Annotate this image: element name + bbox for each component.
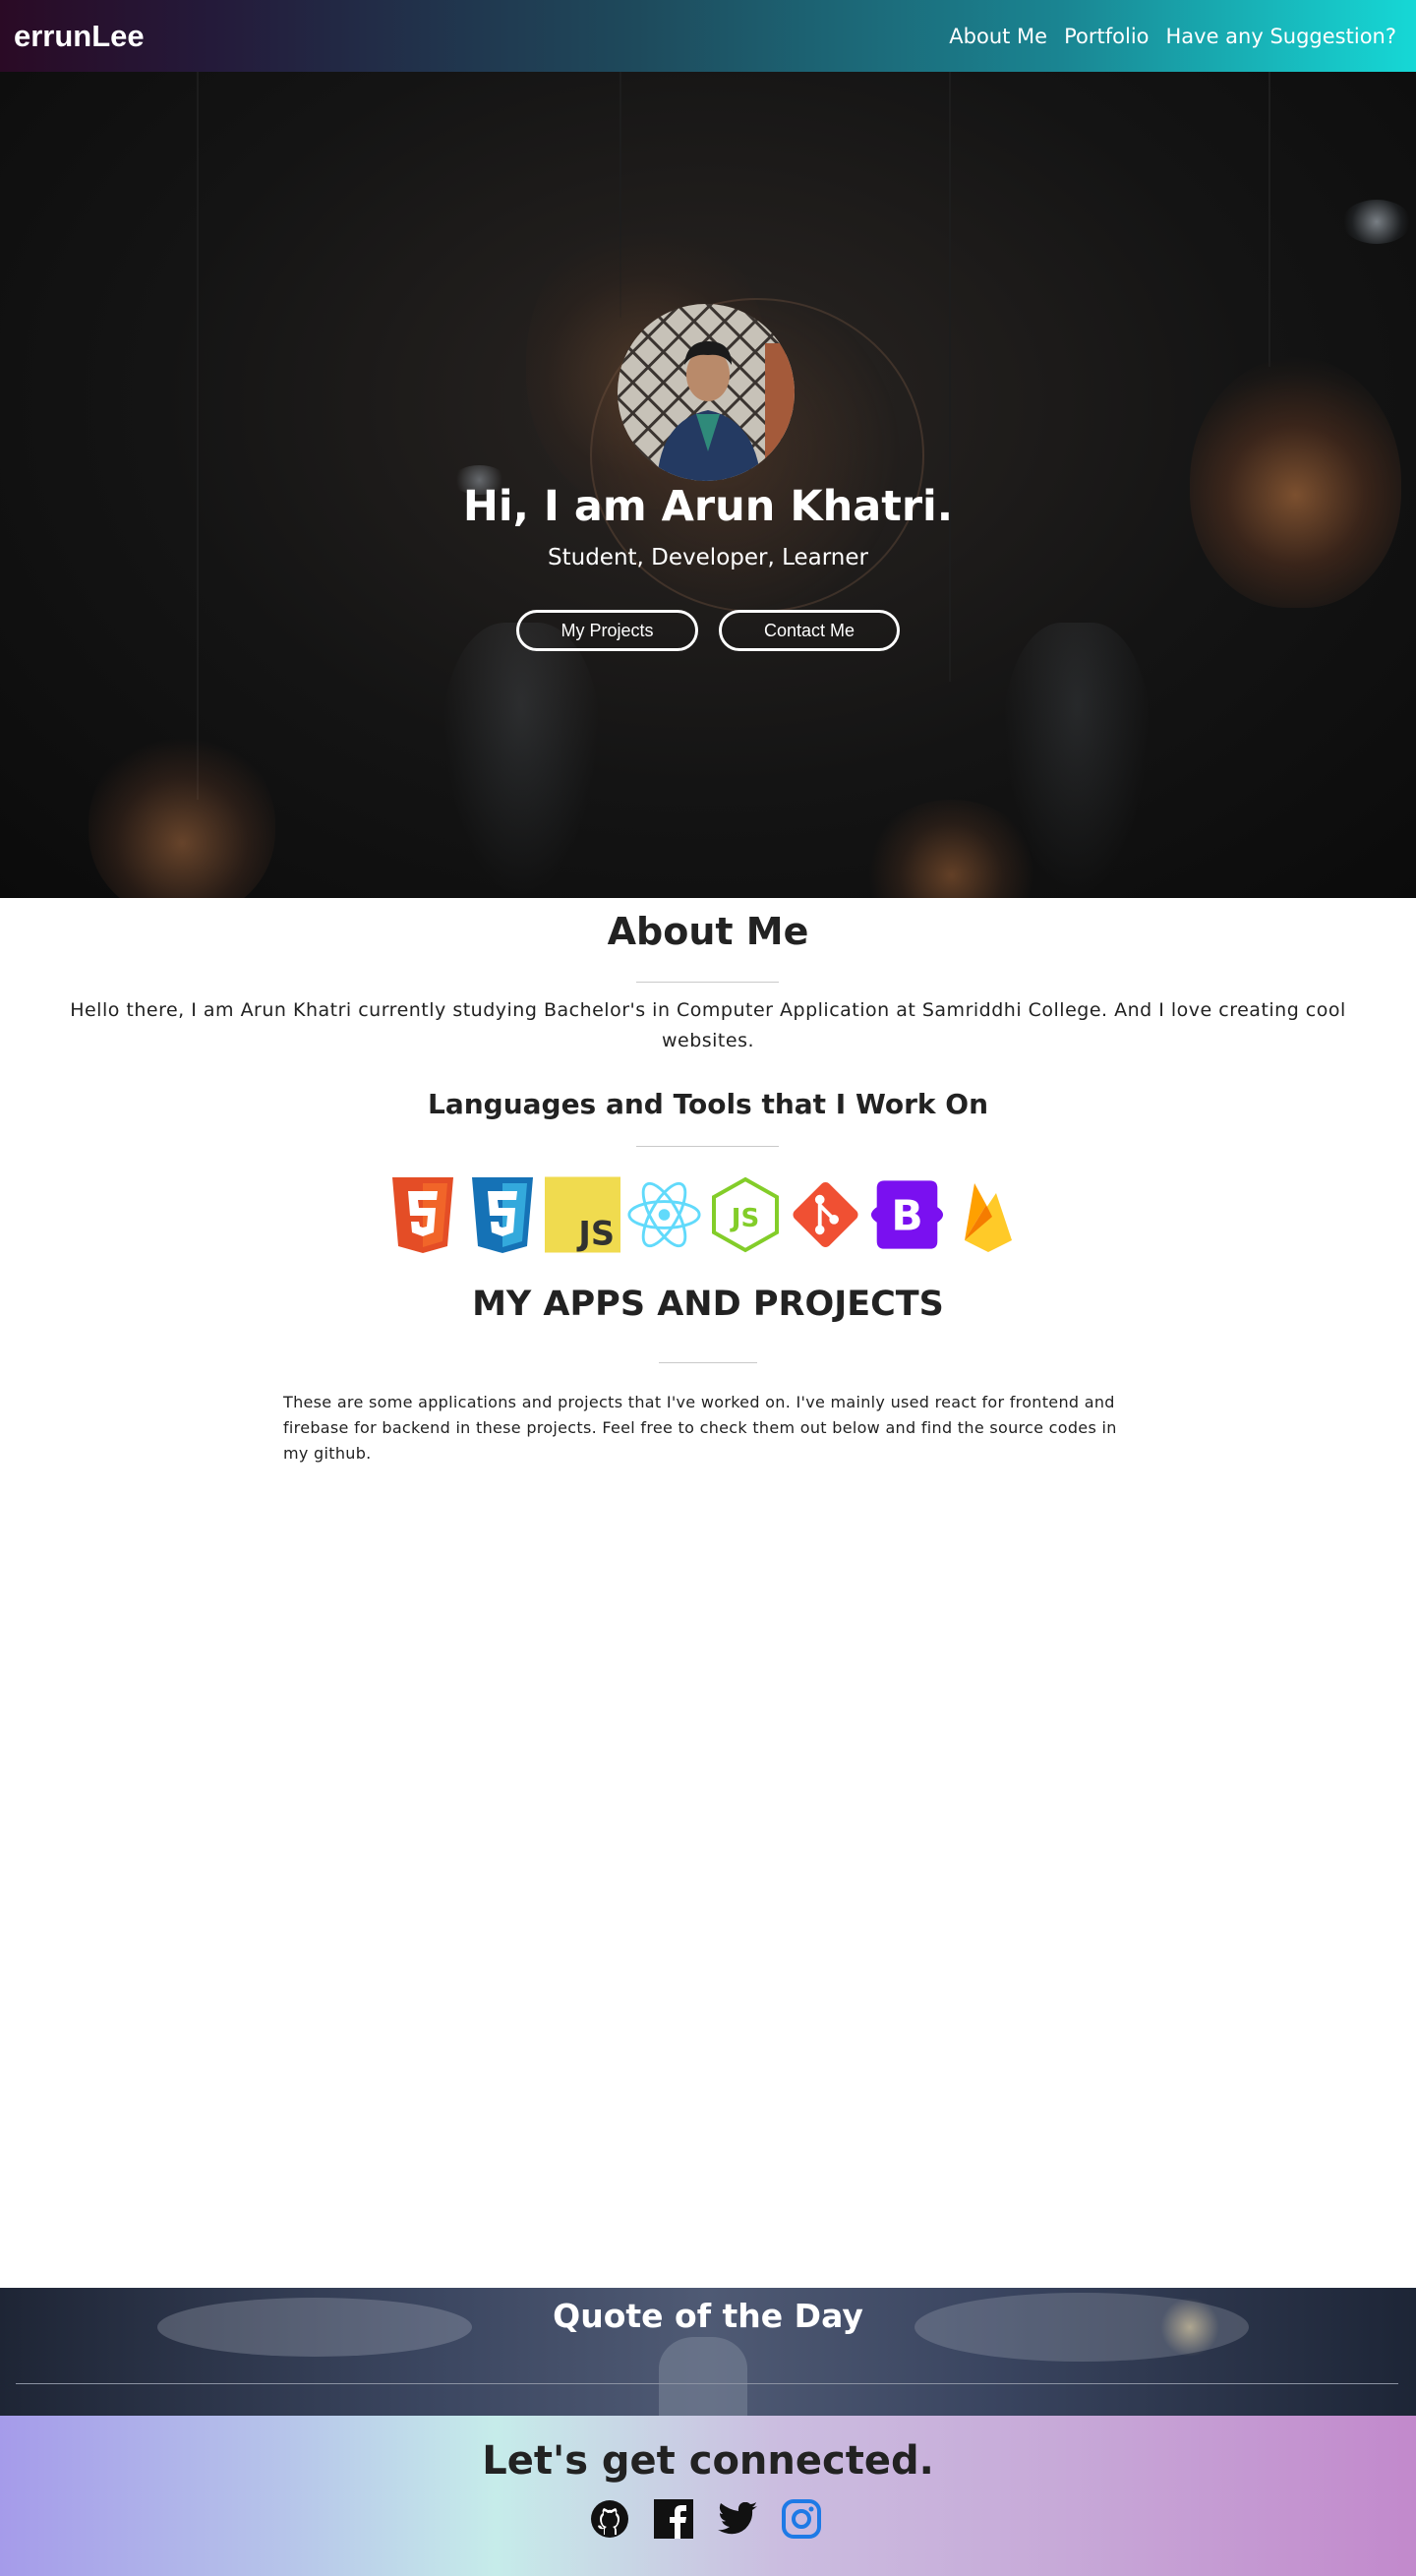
- css3-icon: [465, 1174, 539, 1255]
- svg-text:B: B: [891, 1191, 922, 1239]
- hero-subtitle: Student, Developer, Learner: [548, 545, 868, 570]
- bootstrap-icon: B: [869, 1174, 945, 1255]
- instagram-icon[interactable]: [782, 2499, 821, 2539]
- about-text: Hello there, I am Arun Khatri currently …: [70, 999, 1346, 1051]
- footer: Let's get connected.: [0, 2416, 1416, 2576]
- nav-link-portfolio[interactable]: Portfolio: [1064, 25, 1149, 48]
- hero-content: Hi, I am Arun Khatri. Student, Developer…: [0, 72, 1416, 898]
- tools-icons: JS JS B: [385, 1174, 1025, 1255]
- facebook-icon[interactable]: [654, 2499, 693, 2539]
- brand-logo[interactable]: errunLee: [14, 19, 145, 54]
- html5-icon: [385, 1174, 459, 1255]
- avatar: [618, 304, 795, 481]
- footer-title: Let's get connected.: [482, 2438, 934, 2484]
- hero-title: Hi, I am Arun Khatri.: [462, 482, 954, 531]
- github-icon[interactable]: [590, 2499, 629, 2539]
- projects-text: These are some applications and projects…: [283, 1393, 1117, 1463]
- nav-link-suggestion[interactable]: Have any Suggestion?: [1166, 25, 1397, 48]
- hero-section: Hi, I am Arun Khatri. Student, Developer…: [0, 72, 1416, 898]
- my-projects-button[interactable]: My Projects: [516, 610, 698, 651]
- navbar: errunLee About Me Portfolio Have any Sug…: [0, 0, 1416, 72]
- quote-title: Quote of the Day: [553, 2297, 863, 2335]
- nodejs-icon: JS: [708, 1174, 782, 1255]
- svg-text:JS: JS: [729, 1204, 758, 1233]
- contact-me-button[interactable]: Contact Me: [719, 610, 900, 651]
- nav-links: About Me Portfolio Have any Suggestion?: [949, 25, 1396, 48]
- firebase-icon: [951, 1174, 1025, 1255]
- about-divider: [636, 982, 779, 983]
- quote-divider: [16, 2383, 1398, 2384]
- javascript-icon: JS: [545, 1174, 620, 1255]
- about-title: About Me: [607, 910, 809, 953]
- quote-section: Quote of the Day: [0, 2288, 1416, 2416]
- tools-divider: [636, 1146, 779, 1147]
- svg-text:JS: JS: [576, 1215, 615, 1253]
- social-links: [590, 2499, 821, 2539]
- git-icon: [788, 1174, 863, 1255]
- twitter-icon[interactable]: [718, 2499, 757, 2539]
- react-icon: [626, 1174, 702, 1255]
- tools-title: Languages and Tools that I Work On: [427, 1088, 989, 1120]
- projects-title: MY APPS AND PROJECTS: [472, 1285, 944, 1324]
- nav-link-about-me[interactable]: About Me: [949, 25, 1047, 48]
- projects-divider: [659, 1362, 757, 1363]
